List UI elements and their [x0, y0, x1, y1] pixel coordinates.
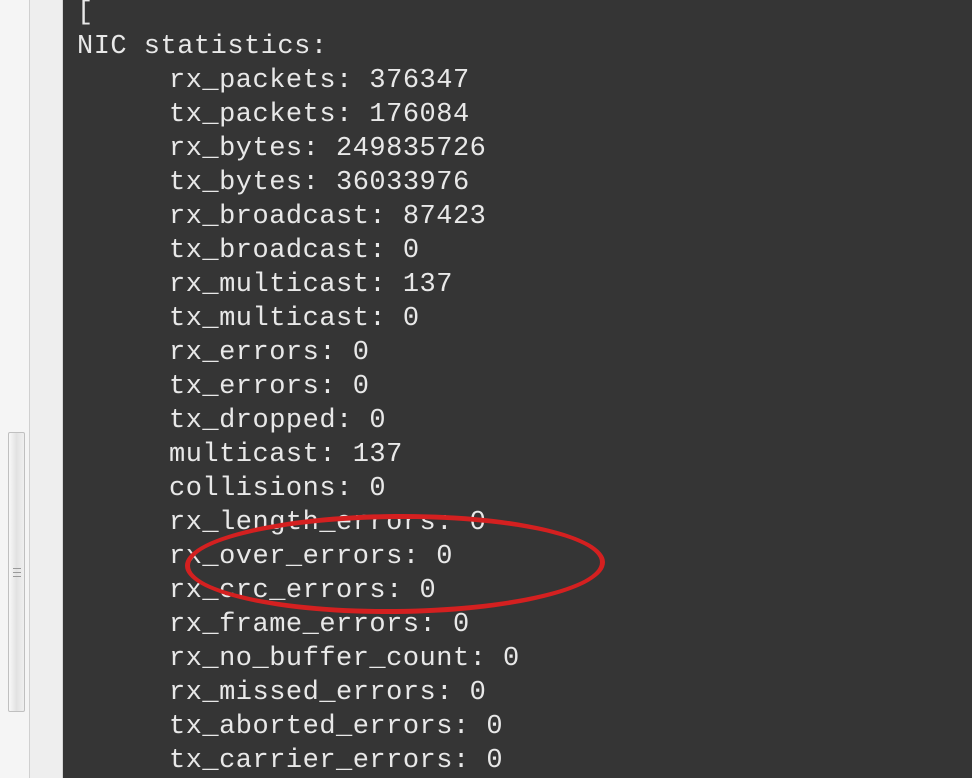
stat-line-rx-over-errors: rx_over_errors: 0 [77, 540, 972, 574]
stat-line-tx-carrier-errors: tx_carrier_errors: 0 [77, 744, 972, 778]
stat-line-tx-aborted-errors: tx_aborted_errors: 0 [77, 710, 972, 744]
vertical-scrollbar-thumb[interactable] [8, 432, 25, 712]
nic-statistics-header: NIC statistics: [77, 30, 972, 64]
stat-line-tx-multicast: tx_multicast: 0 [77, 302, 972, 336]
scrollbar-grip-icon [13, 568, 21, 577]
vertical-scrollbar-track[interactable] [0, 0, 30, 778]
stat-line-rx-frame-errors: rx_frame_errors: 0 [77, 608, 972, 642]
stat-line-collisions: collisions: 0 [77, 472, 972, 506]
stat-line-rx-missed-errors: rx_missed_errors: 0 [77, 676, 972, 710]
partial-top-line: [ [77, 0, 972, 30]
terminal-output[interactable]: [ NIC statistics: rx_packets: 376347tx_p… [63, 0, 972, 778]
stat-line-rx-length-errors: rx_length_errors: 0 [77, 506, 972, 540]
stat-line-tx-errors: tx_errors: 0 [77, 370, 972, 404]
editor-gutter [30, 0, 63, 778]
stat-line-tx-broadcast: tx_broadcast: 0 [77, 234, 972, 268]
stat-line-tx-dropped: tx_dropped: 0 [77, 404, 972, 438]
stat-line-tx-bytes: tx_bytes: 36033976 [77, 166, 972, 200]
stat-line-rx-broadcast: rx_broadcast: 87423 [77, 200, 972, 234]
stat-line-rx-multicast: rx_multicast: 137 [77, 268, 972, 302]
stat-line-rx-no-buffer-count: rx_no_buffer_count: 0 [77, 642, 972, 676]
stat-line-rx-bytes: rx_bytes: 249835726 [77, 132, 972, 166]
stat-line-rx-crc-errors: rx_crc_errors: 0 [77, 574, 972, 608]
stat-line-rx-errors: rx_errors: 0 [77, 336, 972, 370]
stat-line-multicast: multicast: 137 [77, 438, 972, 472]
stat-line-rx-packets: rx_packets: 376347 [77, 64, 972, 98]
stat-line-tx-packets: tx_packets: 176084 [77, 98, 972, 132]
